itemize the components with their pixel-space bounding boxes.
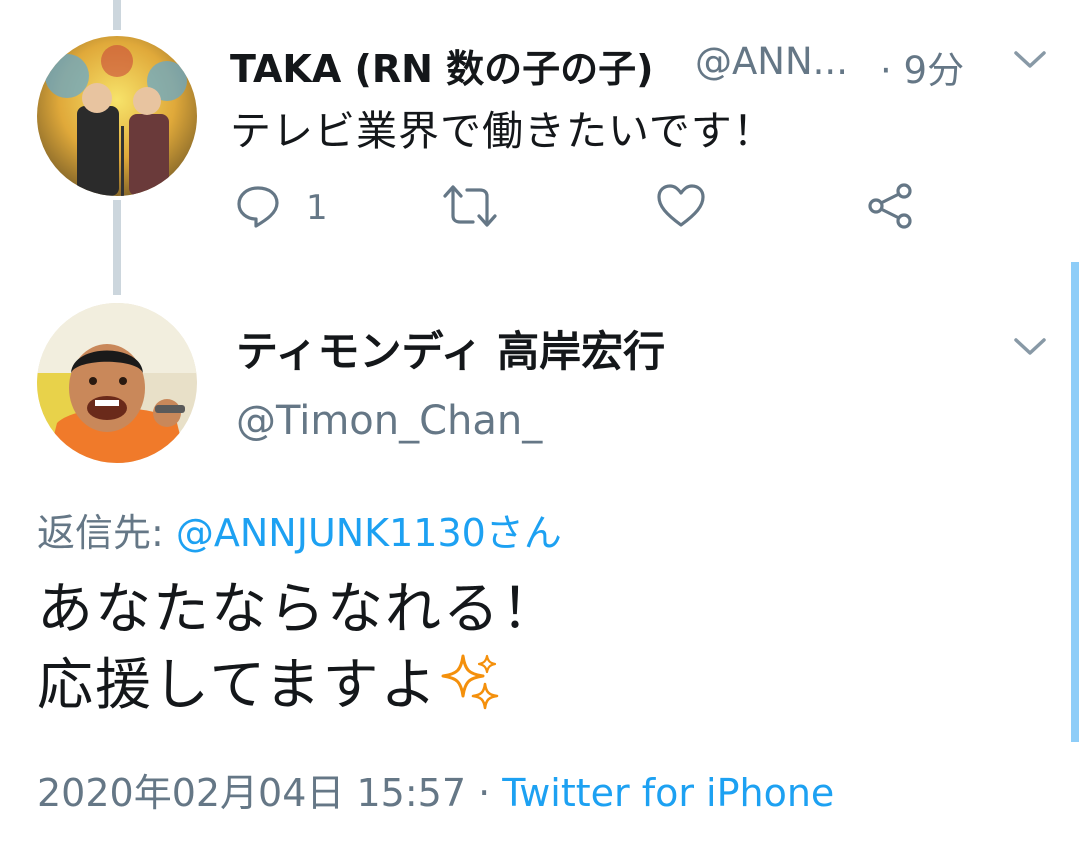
tweet-meta: 2020年02月04日 15:57 · Twitter for iPhone [37, 762, 834, 817]
chevron-down-icon[interactable] [1012, 335, 1048, 363]
tweet-text-line-content: 応援してますよ [37, 653, 439, 718]
username[interactable]: @ANN... [695, 40, 848, 83]
thread-line [113, 0, 121, 30]
tweet-text: あなたならなれる！ 応援してますよ [37, 572, 559, 732]
sparkles-icon [441, 650, 503, 732]
avatar[interactable] [37, 36, 197, 196]
reply-icon [234, 182, 282, 234]
tweet-text: テレビ業界で働きたいです！ [230, 107, 775, 155]
share-button[interactable] [866, 183, 916, 233]
focus-indicator [1071, 262, 1079, 742]
tweet-source-link[interactable]: Twitter for iPhone [502, 771, 834, 815]
avatar[interactable] [37, 303, 197, 463]
reply-button[interactable]: 1 [234, 183, 328, 233]
meta-separator: · [466, 771, 503, 815]
reply-context-label: 返信先: [37, 511, 176, 555]
like-button[interactable] [656, 183, 706, 233]
retweet-icon [443, 182, 497, 234]
tweet-text-line: あなたならなれる！ [37, 577, 559, 642]
reply-mention-link[interactable]: @ANNJUNK1130さん [176, 511, 562, 555]
chevron-down-icon[interactable] [1012, 48, 1048, 76]
username[interactable]: @Timon_Chan_ [236, 398, 542, 444]
tweet-text-line: 応援してますよ [37, 648, 559, 732]
display-name[interactable]: ティモンディ 高岸宏行 [236, 318, 665, 379]
retweet-button[interactable] [443, 183, 497, 233]
reply-context: 返信先: @ANNJUNK1130さん [37, 502, 562, 557]
share-icon [866, 182, 916, 234]
reply-count: 1 [306, 188, 328, 228]
tweet-timestamp: 2020年02月04日 15:57 [37, 771, 467, 815]
display-name[interactable]: TAKA (RN 数の子の子) [230, 38, 654, 93]
thread-line [113, 200, 121, 295]
like-icon [656, 182, 706, 234]
tweet-time: · 9分 [880, 49, 965, 92]
